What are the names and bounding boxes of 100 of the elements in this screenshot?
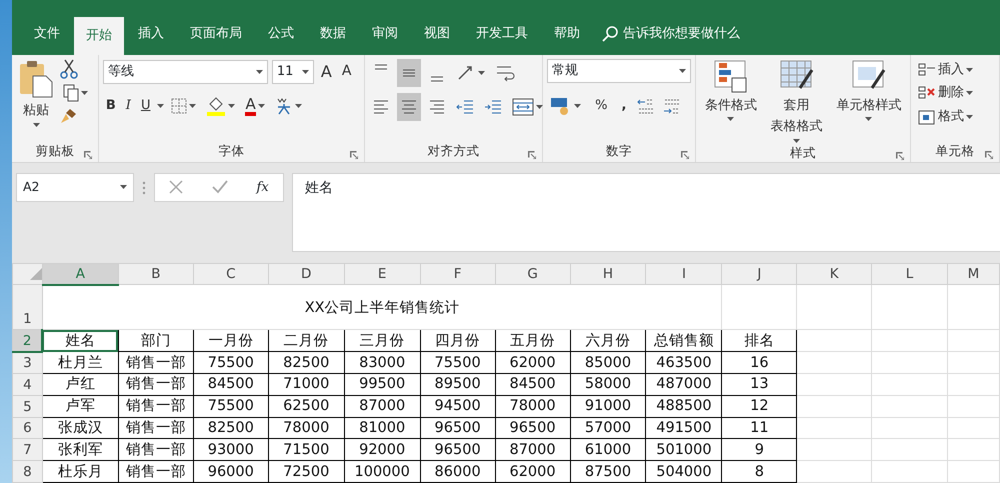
paste-button[interactable]: 粘贴 bbox=[16, 58, 56, 142]
grow-font-button[interactable]: A bbox=[318, 58, 335, 85]
ribbon-tab[interactable]: 审阅 bbox=[360, 16, 410, 51]
font-size-field[interactable]: 11 bbox=[272, 60, 314, 84]
row-header[interactable]: 3 bbox=[12, 352, 42, 374]
table-cell: 排名 bbox=[722, 330, 797, 352]
dialog-launcher-icon[interactable] bbox=[896, 152, 904, 160]
table-cell: 12 bbox=[722, 395, 797, 418]
grip-dots-icon bbox=[142, 180, 146, 195]
column-header[interactable]: D bbox=[268, 263, 344, 285]
style-conditional-button[interactable]: 条件格式 bbox=[702, 58, 760, 144]
shrink-font-button[interactable]: A bbox=[338, 60, 354, 84]
number-format-field[interactable]: 常规 bbox=[547, 58, 692, 83]
table-cell: 61000 bbox=[570, 438, 646, 461]
column-header[interactable]: H bbox=[570, 263, 646, 285]
tell-me-search[interactable]: 告诉我你想要做什么 bbox=[602, 16, 740, 51]
table-cell: 504000 bbox=[646, 460, 722, 482]
table-cell: 62000 bbox=[495, 352, 570, 374]
table-cell: 二月份 bbox=[268, 330, 344, 352]
caret-icon bbox=[228, 104, 236, 108]
percent-button[interactable]: % bbox=[592, 95, 610, 117]
column-header[interactable]: B bbox=[118, 263, 194, 285]
cells-delete-button[interactable]: 删除 bbox=[915, 82, 995, 104]
group-label: 单元格 bbox=[936, 142, 975, 158]
table-cell: 8 bbox=[722, 460, 797, 482]
column-header[interactable]: C bbox=[193, 263, 268, 285]
bold-button[interactable]: B bbox=[102, 95, 119, 117]
table-cell: 89500 bbox=[420, 374, 496, 396]
ribbon-tab[interactable]: 插入 bbox=[126, 16, 176, 51]
column-header[interactable]: G bbox=[495, 263, 570, 285]
comma-style-button[interactable]: , bbox=[618, 95, 630, 117]
font-name-field[interactable]: 等线 bbox=[102, 60, 268, 84]
column-header[interactable]: J bbox=[722, 263, 797, 285]
name-box[interactable]: A2 bbox=[16, 172, 134, 202]
column-header[interactable]: A bbox=[42, 263, 118, 285]
dialog-launcher-icon[interactable] bbox=[84, 150, 92, 159]
increase-decimal-icon[interactable] bbox=[637, 96, 656, 115]
insert-function-button[interactable]: fx bbox=[256, 178, 269, 198]
table-cell: 84500 bbox=[495, 374, 570, 396]
table-cell: 六月份 bbox=[570, 330, 646, 352]
column-header[interactable]: M bbox=[947, 263, 1000, 285]
table-cell: 卢军 bbox=[42, 395, 118, 418]
column-header[interactable]: E bbox=[344, 263, 420, 285]
align-center-button[interactable] bbox=[397, 92, 422, 121]
caret-icon bbox=[157, 104, 164, 108]
cells-insert-button[interactable]: 插入 bbox=[915, 58, 995, 80]
column-header[interactable]: L bbox=[872, 263, 948, 285]
ribbon-tab[interactable]: 数据 bbox=[308, 16, 358, 51]
table-cell: 78000 bbox=[495, 395, 570, 418]
formula-input-field[interactable]: 姓名 bbox=[292, 172, 1000, 252]
cells-format-button[interactable]: 格式 bbox=[915, 106, 995, 128]
table-cell: 四月份 bbox=[420, 330, 496, 352]
ribbon-tab[interactable]: 开发工具 bbox=[464, 16, 540, 51]
ribbon-tab[interactable]: 页面布局 bbox=[178, 16, 254, 51]
dialog-launcher-icon[interactable] bbox=[528, 150, 536, 159]
checkmark-icon[interactable] bbox=[212, 180, 228, 194]
group-label: 数字 bbox=[606, 142, 632, 158]
table-cell: 78000 bbox=[268, 417, 344, 439]
column-header[interactable]: F bbox=[420, 263, 496, 285]
table-cell: 张成汉 bbox=[42, 417, 118, 439]
table-cell: 100000 bbox=[344, 460, 420, 482]
scissors-icon[interactable] bbox=[60, 58, 78, 79]
table-cell: 销售一部 bbox=[118, 395, 194, 418]
table-cell: 62000 bbox=[495, 460, 570, 482]
style-cell-button[interactable]: 单元格样式 bbox=[833, 58, 904, 144]
dialog-launcher-icon[interactable] bbox=[681, 150, 690, 159]
table-cell: 三月份 bbox=[344, 330, 420, 352]
table-cell: 81000 bbox=[344, 417, 420, 439]
column-header[interactable]: K bbox=[796, 263, 872, 285]
ribbon-tab[interactable]: 帮助 bbox=[542, 16, 592, 51]
align-middle-button[interactable] bbox=[397, 58, 422, 87]
row-header[interactable]: 4 bbox=[12, 374, 42, 396]
table-cell: 销售一部 bbox=[118, 438, 194, 461]
table-cell: 83000 bbox=[344, 352, 420, 374]
dialog-launcher-icon[interactable] bbox=[350, 150, 358, 159]
font-color-button[interactable]: A bbox=[242, 94, 268, 117]
style-table-button[interactable]: 套用 表格格式 bbox=[768, 58, 826, 144]
row-header[interactable]: 6 bbox=[12, 417, 42, 439]
table-cell: 91000 bbox=[570, 395, 646, 418]
caret-icon bbox=[294, 104, 302, 108]
decrease-decimal-icon[interactable] bbox=[663, 96, 682, 115]
ribbon-tab[interactable]: 公式 bbox=[256, 16, 306, 51]
dialog-launcher-icon[interactable] bbox=[985, 150, 993, 159]
table-cell: 82500 bbox=[268, 352, 344, 374]
paintbrush-icon[interactable] bbox=[60, 106, 78, 125]
row-header[interactable]: 8 bbox=[12, 460, 42, 482]
row-header[interactable]: 7 bbox=[12, 438, 42, 461]
italic-button[interactable]: I bbox=[122, 95, 134, 117]
ribbon-tab[interactable]: 开始 bbox=[74, 16, 124, 55]
ribbon-tab[interactable]: 视图 bbox=[412, 16, 462, 51]
column-header[interactable]: I bbox=[646, 263, 722, 285]
row-header[interactable]: 2 bbox=[12, 330, 42, 352]
caret-icon bbox=[727, 117, 734, 122]
row-header[interactable]: 1 bbox=[12, 284, 42, 330]
ribbon-tab[interactable]: 文件 bbox=[22, 16, 72, 51]
table-cell: 11 bbox=[722, 417, 797, 439]
table-cell: 93000 bbox=[193, 438, 268, 461]
underline-button[interactable]: U bbox=[138, 95, 154, 117]
row-header[interactable]: 5 bbox=[12, 395, 42, 418]
outdent-icon bbox=[456, 98, 474, 116]
